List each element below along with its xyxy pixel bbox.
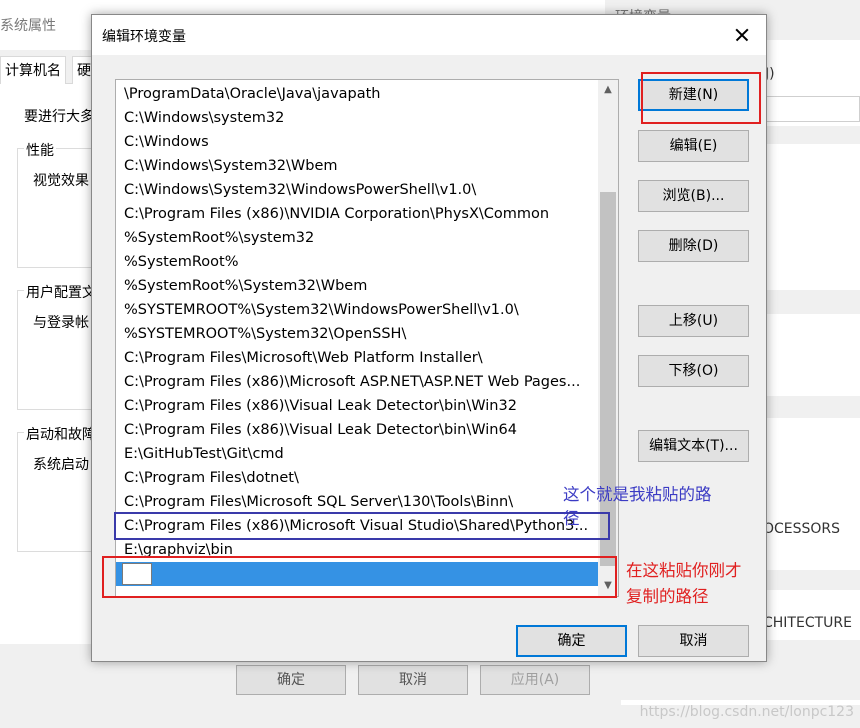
cancel-button[interactable]: 取消 (638, 625, 749, 657)
browse-button[interactable]: 浏览(B)... (638, 180, 749, 212)
paste-here-note-line1: 在这粘贴你刚才 (626, 561, 742, 580)
dialog-title: 编辑环境变量 (102, 29, 186, 45)
path-list-item[interactable]: C:\Program Files (x86)\NVIDIA Corporatio… (116, 202, 598, 226)
path-list-item[interactable]: %SYSTEMROOT%\System32\OpenSSH\ (116, 322, 598, 346)
performance-group-text: 视觉效果 (33, 173, 89, 189)
background-ok-button[interactable]: 确定 (236, 665, 346, 695)
path-list-item[interactable]: C:\Program Files\dotnet\ (116, 466, 598, 490)
user-profile-group (17, 290, 97, 410)
move-down-button[interactable]: 下移(O) (638, 355, 749, 387)
user-profile-group-title: 用户配置文 (24, 282, 98, 302)
performance-group (17, 148, 97, 268)
delete-button[interactable]: 删除(D) (638, 230, 749, 262)
pasted-path-note-line2: 径 (563, 509, 580, 528)
paste-here-highlight (102, 556, 617, 598)
pasted-path-highlight (114, 512, 610, 540)
startup-recovery-group (17, 432, 97, 552)
path-list-item[interactable]: C:\Windows\System32\WindowsPowerShell\v1… (116, 178, 598, 202)
dialog-titlebar: 编辑环境变量 (92, 15, 766, 55)
user-profile-group-text: 与登录帐 (33, 315, 89, 331)
env-architecture-text: CHITECTURE (763, 615, 852, 631)
path-list-item[interactable]: C:\Windows\system32 (116, 106, 598, 130)
background-apply-button[interactable]: 应用(A) (480, 665, 590, 695)
env-processors-text: OCESSORS (763, 521, 841, 537)
path-list-item[interactable]: C:\Program Files (x86)\Visual Leak Detec… (116, 394, 598, 418)
path-list-item[interactable]: C:\Windows\System32\Wbem (116, 154, 598, 178)
paste-here-note-line2: 复制的路径 (626, 587, 709, 606)
watermark: https://blog.csdn.net/lonpc123 (639, 704, 854, 720)
path-list-item[interactable]: %SystemRoot%\System32\Wbem (116, 274, 598, 298)
pasted-path-note-line1: 这个就是我粘贴的路 (563, 485, 712, 504)
startup-recovery-group-text: 系统启动 (33, 457, 89, 473)
edit-text-button[interactable]: 编辑文本(T)... (638, 430, 749, 462)
ok-button[interactable]: 确定 (516, 625, 627, 657)
edit-button[interactable]: 编辑(E) (638, 130, 749, 162)
close-icon[interactable] (728, 21, 756, 49)
path-list-item[interactable]: C:\Program Files (x86)\Microsoft ASP.NET… (116, 370, 598, 394)
scroll-thumb[interactable] (600, 192, 616, 566)
path-list-item[interactable]: C:\Windows (116, 130, 598, 154)
path-list-item[interactable]: C:\Program Files\Microsoft\Web Platform … (116, 346, 598, 370)
path-list-item[interactable]: C:\Program Files\Microsoft SQL Server\13… (116, 490, 598, 514)
path-list-item[interactable]: %SystemRoot% (116, 250, 598, 274)
new-button-highlight (641, 72, 761, 124)
system-properties-title: 系统属性 (0, 18, 56, 34)
path-list-item[interactable]: %SYSTEMROOT%\System32\WindowsPowerShell\… (116, 298, 598, 322)
background-cancel-button[interactable]: 取消 (358, 665, 468, 695)
path-list-item[interactable]: %SystemRoot%\system32 (116, 226, 598, 250)
move-up-button[interactable]: 上移(U) (638, 305, 749, 337)
path-list-item[interactable]: C:\Program Files (x86)\Visual Leak Detec… (116, 418, 598, 442)
scroll-up-arrow-icon[interactable]: ▲ (598, 80, 618, 100)
tab-computer-name[interactable]: 计算机名 (0, 56, 66, 84)
intro-text: 要进行大多 (24, 109, 94, 125)
path-list-item[interactable]: E:\GitHubTest\Git\cmd (116, 442, 598, 466)
performance-group-title: 性能 (24, 140, 56, 160)
startup-recovery-group-title: 启动和故障 (24, 424, 98, 444)
path-list-item[interactable]: \ProgramData\Oracle\Java\javapath (116, 82, 598, 106)
